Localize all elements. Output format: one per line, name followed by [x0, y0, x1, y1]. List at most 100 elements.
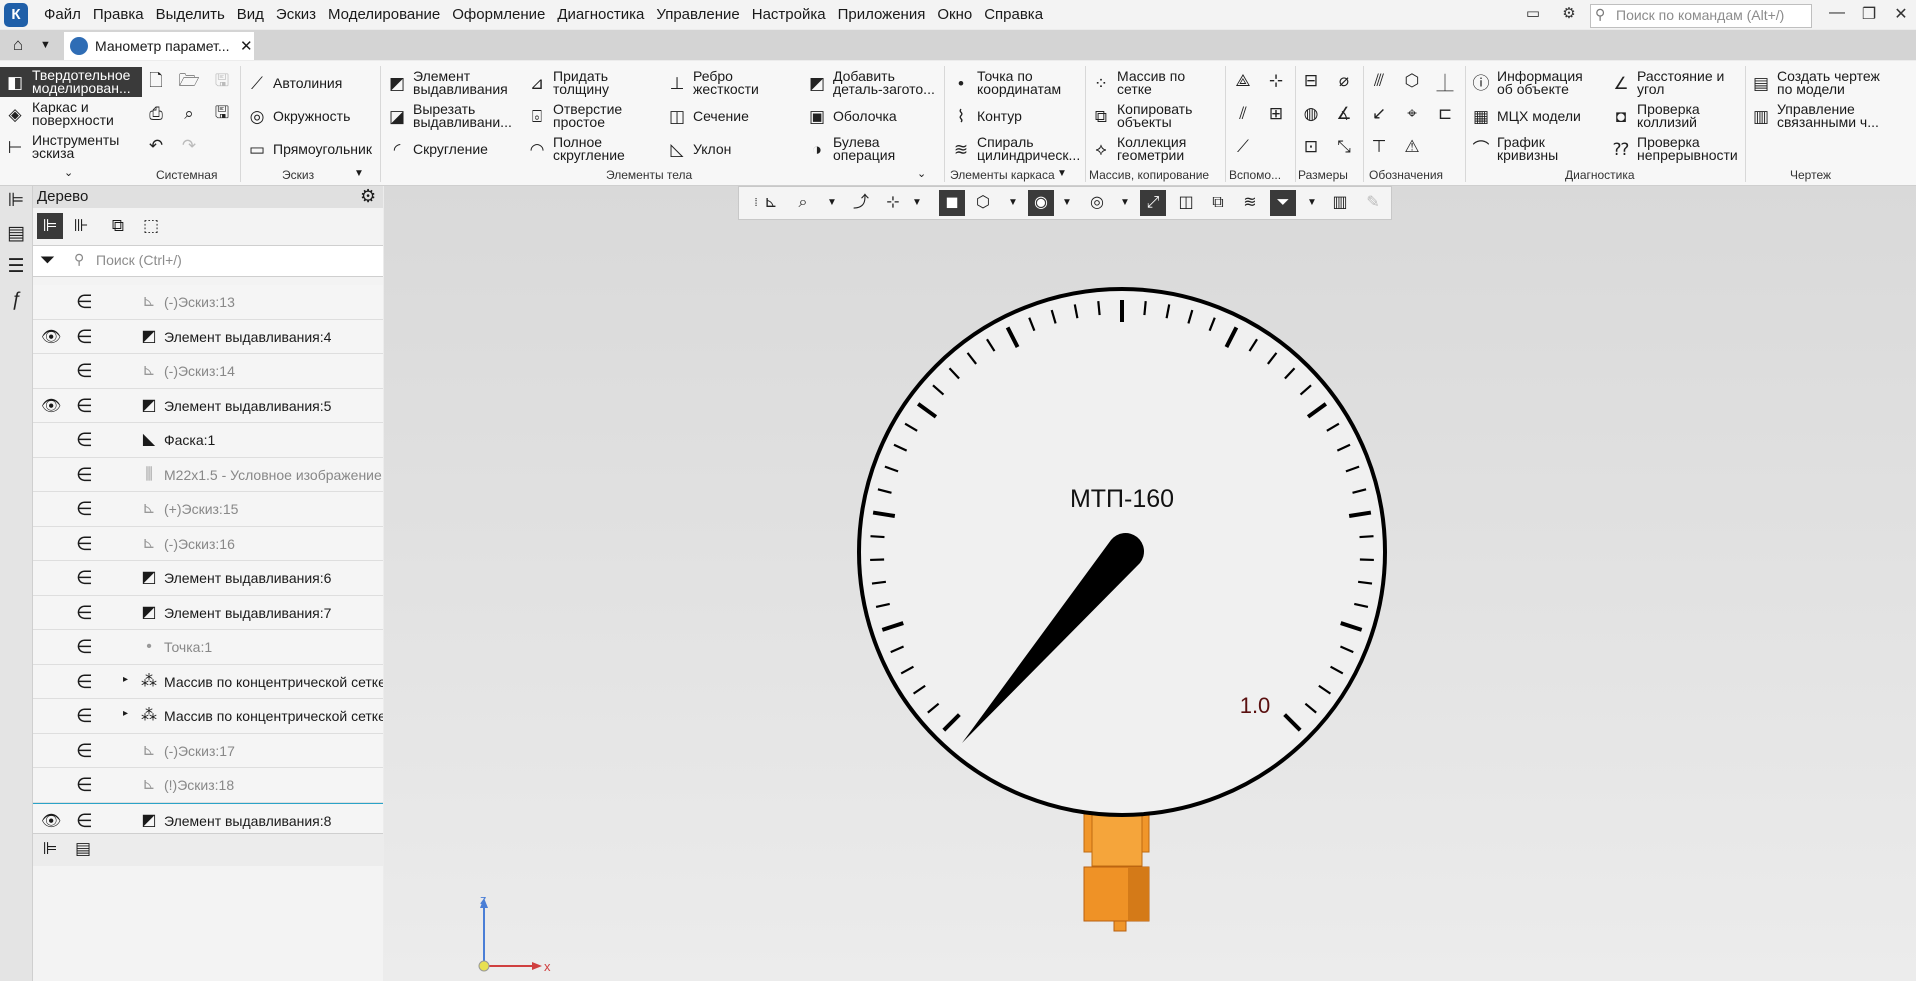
expand-arrow-icon[interactable]: ▸: [123, 674, 128, 685]
expand-arrow-icon[interactable]: ▸: [123, 708, 128, 719]
shaded-view-icon[interactable]: ◼: [939, 190, 965, 216]
tree-row[interactable]: ∈ ◩ Элемент выдавливания:6: [33, 561, 383, 596]
full-fillet-button[interactable]: ◠ Полное скругление: [526, 135, 638, 162]
restore-icon[interactable]: ❐: [1858, 4, 1880, 24]
section-view-icon[interactable]: ◫: [1173, 190, 1199, 216]
tab-close-icon[interactable]: ✕: [240, 37, 253, 55]
tree-row[interactable]: ∈ ⊾ (-)Эскиз:14: [33, 354, 383, 389]
boolean-button[interactable]: ◑ Булева операция: [806, 135, 913, 162]
menu-file[interactable]: Файл: [38, 0, 87, 29]
tree-row[interactable]: ∈ ◣ Фаска:1: [33, 423, 383, 458]
marking-icon[interactable]: ⚠: [1399, 134, 1425, 160]
menu-help[interactable]: Справка: [978, 0, 1049, 29]
text-mark-icon[interactable]: ⊤: [1366, 134, 1392, 160]
app-logo-icon[interactable]: К: [4, 3, 28, 27]
variables-fx-icon[interactable]: ƒ: [4, 288, 28, 312]
relation-icon[interactable]: ∈: [76, 705, 93, 728]
continuity-check-button[interactable]: ⁇ Проверка непрерывности: [1610, 135, 1742, 162]
tree-row[interactable]: ∈ ⫼ M22x1.5 - Условное изображение: [33, 457, 383, 492]
relation-icon[interactable]: ∈: [76, 671, 93, 694]
relation-icon[interactable]: ∈: [76, 326, 93, 349]
relation-icon[interactable]: ∈: [76, 567, 93, 590]
undo-icon[interactable]: ↶: [143, 133, 169, 159]
menu-apps[interactable]: Приложения: [832, 0, 932, 29]
grid-array-button[interactable]: ⁘ Массив по сетке: [1090, 69, 1192, 96]
hide-show-icon[interactable]: ◉: [1028, 190, 1054, 216]
tree-row[interactable]: ∈ ⊾ (+)Эскиз:15: [33, 492, 383, 527]
tree-row[interactable]: ∈ ▸ ⁂ Массив по концентрической сетке: [33, 699, 383, 734]
relation-icon[interactable]: ∈: [76, 429, 93, 452]
tree-row[interactable]: ∈ ▸ ⁂ Массив по концентрической сетке: [33, 664, 383, 699]
menu-design[interactable]: Оформление: [446, 0, 551, 29]
tree-view-tab-icon[interactable]: ⊫: [37, 836, 63, 862]
minimize-icon[interactable]: —: [1826, 4, 1848, 22]
layers-icon[interactable]: ≋: [1237, 190, 1263, 216]
distance-angle-button[interactable]: ∠ Расстояние и угол: [1610, 69, 1732, 96]
relation-icon[interactable]: ∈: [76, 464, 93, 487]
tree-select-icon[interactable]: ⬚: [138, 213, 164, 239]
tree-hierarchy-icon[interactable]: ⊪: [68, 213, 94, 239]
pan-dropdown-icon[interactable]: ▼: [912, 190, 922, 216]
hide-dropdown-icon[interactable]: ▼: [1062, 190, 1072, 216]
tabs-dropdown-icon[interactable]: ▼: [40, 30, 51, 60]
dimension-move-icon[interactable]: ⤡: [1331, 134, 1357, 160]
zoom-icon[interactable]: ⌕: [790, 190, 816, 216]
print-icon[interactable]: ⎙: [143, 101, 169, 127]
section-button[interactable]: ◫ Сечение: [666, 105, 749, 127]
relation-icon[interactable]: ∈: [76, 774, 93, 797]
menu-select[interactable]: Выделить: [150, 0, 231, 29]
sketch-group-dropdown-icon[interactable]: ▼: [354, 168, 364, 179]
body-group-expand-icon[interactable]: ⌄: [917, 167, 926, 180]
relation-icon[interactable]: ∈: [76, 498, 93, 521]
wireframe-view-icon[interactable]: ⬡: [970, 190, 996, 216]
aux-axis-icon[interactable]: ⊹: [1263, 68, 1289, 94]
layers-panel-icon[interactable]: ☰: [4, 255, 28, 279]
add-blank-part-button[interactable]: ◩ Добавить деталь-загото...: [806, 69, 945, 96]
mass-properties-button[interactable]: ▦ МЦХ модели: [1470, 105, 1581, 127]
collision-check-button[interactable]: ◘ Проверка коллизий: [1610, 102, 1712, 129]
relation-icon[interactable]: ∈: [76, 602, 93, 625]
relation-icon[interactable]: ∈: [76, 360, 93, 383]
close-icon[interactable]: ✕: [1890, 4, 1912, 24]
redo-icon[interactable]: ↷: [176, 133, 202, 159]
simple-hole-button[interactable]: ⌻ Отверстие простое: [526, 102, 633, 129]
menu-edit[interactable]: Правка: [87, 0, 150, 29]
menu-view[interactable]: Вид: [231, 0, 270, 29]
aux-plane-icon[interactable]: ⟁: [1230, 68, 1256, 94]
visibility-dropdown-icon[interactable]: ▼: [1120, 190, 1130, 216]
mode-sketch-tools[interactable]: ⊢ Инструменты эскиза: [0, 132, 142, 162]
manage-linked-drawings-button[interactable]: ▥ Управление связанными ч...: [1750, 102, 1887, 129]
exploded-view-icon[interactable]: ⧉: [1205, 190, 1231, 216]
create-drawing-button[interactable]: ▤ Создать чертеж по модели: [1750, 69, 1887, 96]
contour-button[interactable]: ⌇ Контур: [950, 105, 1022, 127]
menu-settings[interactable]: Настройка: [746, 0, 832, 29]
new-document-icon[interactable]: 🗋: [143, 69, 169, 95]
panel-layout-icon[interactable]: ▭: [1524, 6, 1542, 22]
zoom-dropdown-icon[interactable]: ▼: [827, 190, 837, 216]
point-by-coords-button[interactable]: • Точка по координатам: [950, 69, 1072, 96]
aux-line-icon[interactable]: ⟋: [1230, 134, 1256, 160]
visibility-eye-icon[interactable]: 👁: [41, 811, 61, 831]
cut-extrusion-button[interactable]: ◪ Вырезать выдавливани...: [386, 102, 513, 129]
linear-dimension-icon[interactable]: ⊟: [1298, 68, 1324, 94]
curvature-graph-button[interactable]: ⌒ График кривизны: [1470, 135, 1572, 162]
settings-icon[interactable]: ⚙: [1560, 6, 1578, 22]
tree-components-icon[interactable]: ⧉: [105, 213, 131, 239]
save-as-icon[interactable]: 🖫: [209, 101, 235, 127]
roughness-icon[interactable]: ⏊: [1432, 68, 1458, 94]
mode-solid-modeling[interactable]: ◧ Твердотельное моделирован...: [0, 67, 142, 97]
fillet-button[interactable]: ◜ Скругление: [386, 138, 488, 160]
leader-icon[interactable]: ↙: [1366, 101, 1392, 127]
orientation-icon[interactable]: ⊾: [758, 190, 784, 216]
wireframe-group-dropdown-icon[interactable]: ▼: [1057, 168, 1067, 179]
tree-panel-icon[interactable]: ⊫: [4, 189, 28, 213]
modes-expand-icon[interactable]: ⌄: [64, 166, 73, 179]
menu-sketch[interactable]: Эскиз: [270, 0, 322, 29]
geometry-collection-button[interactable]: ⟡ Коллекция геометрии: [1090, 135, 1192, 162]
properties-panel-icon[interactable]: ▤: [4, 222, 28, 246]
rotate-icon[interactable]: ⤴: [848, 190, 874, 216]
lcs-icon[interactable]: ⊞: [1263, 101, 1289, 127]
open-folder-icon[interactable]: 🗁: [176, 69, 202, 95]
pan-icon[interactable]: ⊹: [880, 190, 906, 216]
eyedropper-icon[interactable]: ✎: [1360, 190, 1386, 216]
